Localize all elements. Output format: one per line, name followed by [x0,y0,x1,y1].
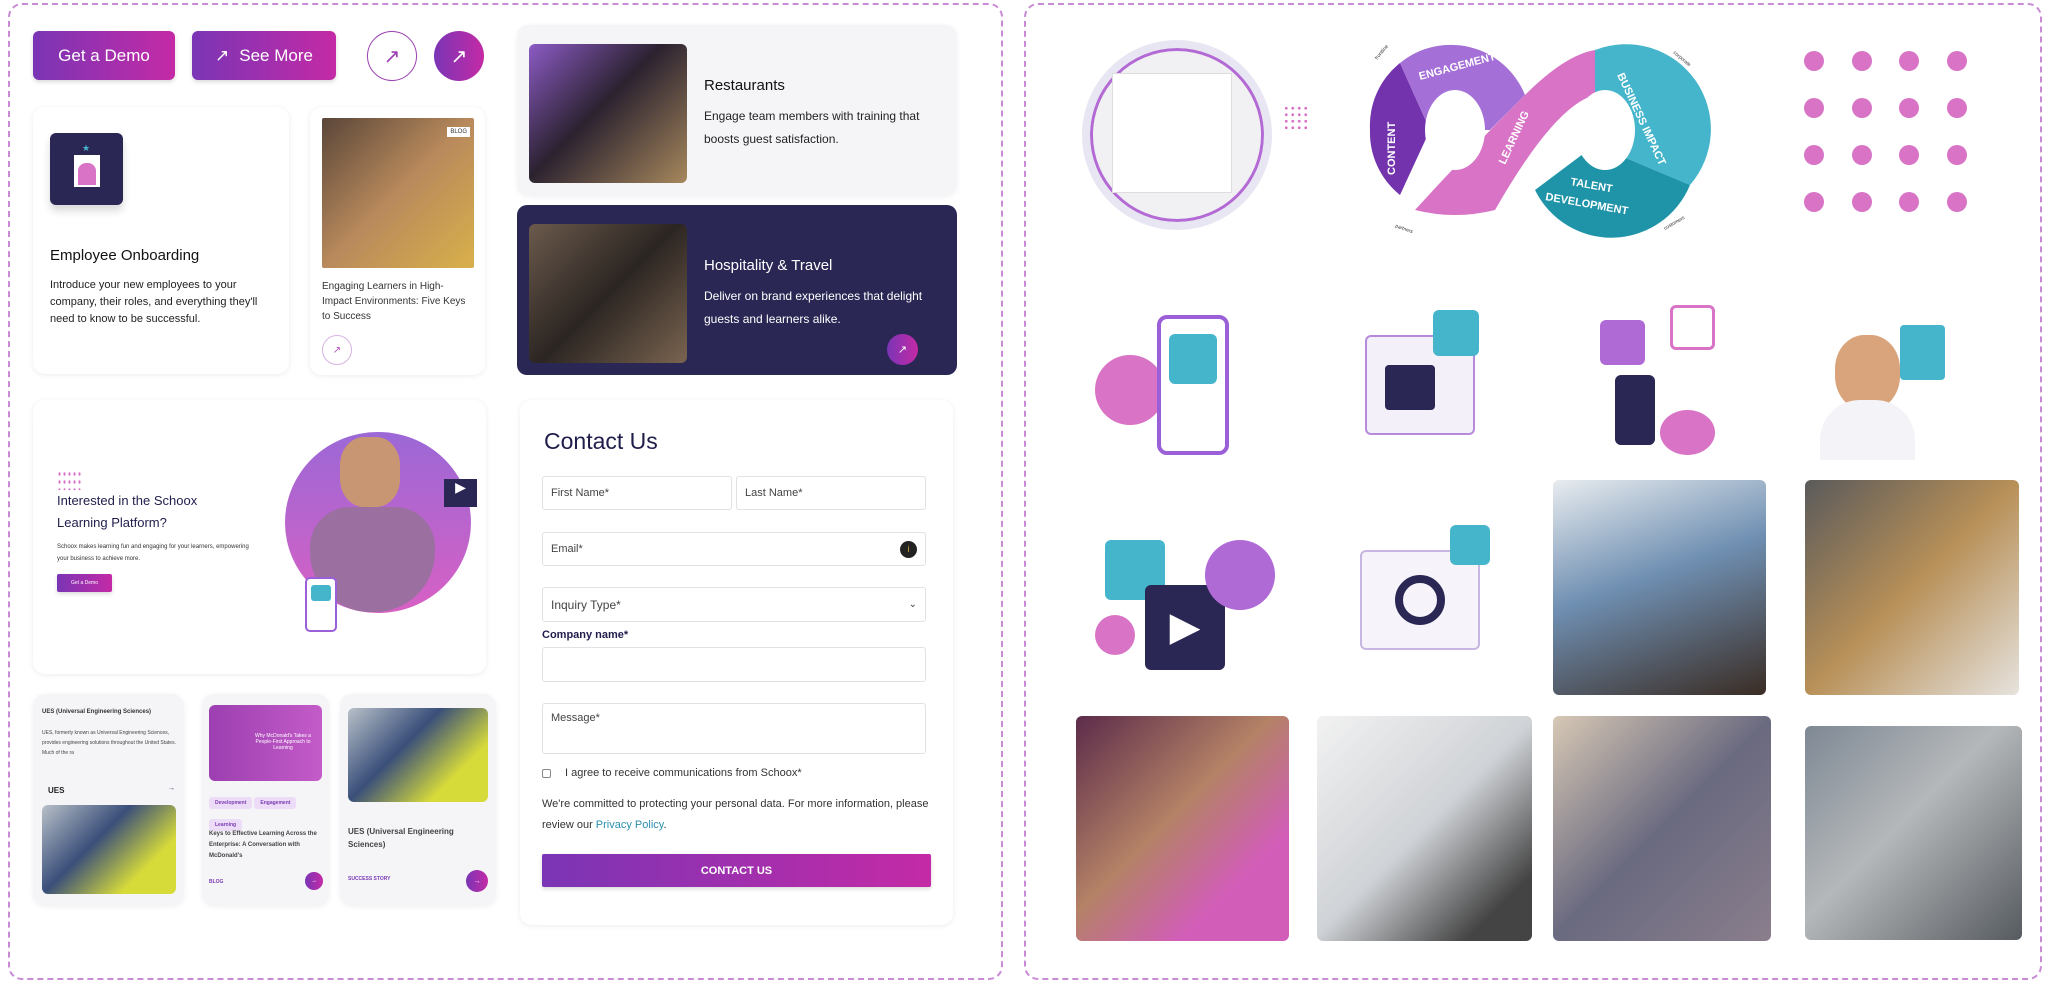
privacy-policy-link[interactable]: Privacy Policy [596,819,664,831]
ues-story-card[interactable]: UES (Universal Engineering Sciences) SUC… [340,694,496,906]
blog-badge: BLOG [447,127,470,137]
dots-decoration [57,470,81,490]
server-tablet-photo [1076,716,1289,941]
promo-desc: Schoox makes learning fun and engaging f… [57,544,249,562]
company-name-input[interactable] [542,647,926,682]
arrow-up-right-icon: ↗ [332,344,342,356]
tag-development[interactable]: Development [209,797,253,809]
privacy-text: We're committed to protecting your perso… [542,798,929,831]
ues-story-arrow-button[interactable]: → [466,870,488,892]
mcdonalds-banner: Why McDonald's Takes a People-First Appr… [209,705,322,781]
arrow-right-icon[interactable]: → [168,785,175,792]
arrow-label-frontline: frontline [1374,44,1390,62]
arrow-outline-button[interactable]: ↗ [367,31,417,81]
dots-decoration [1283,105,1309,131]
blog-title: Engaging Learners in High-Impact Environ… [322,281,466,322]
analytics-magnifier-illustration [1340,520,1510,680]
onboarding-desc: Introduce your new employees to your com… [50,279,258,325]
arrow-up-right-icon: ↗ [450,45,468,68]
first-name-input[interactable]: First Name* [542,476,732,510]
blog-card[interactable]: BLOG Engaging Learners in High-Impact En… [310,107,485,375]
food-prep-photo [1805,480,2019,695]
onboarding-card[interactable]: ★ Employee Onboarding Introduce your new… [33,107,289,374]
company-name-label: Company name* [542,629,629,641]
arrow-up-right-icon: ↗ [215,45,230,65]
hospitality-title: Hospitality & Travel [704,257,833,274]
restaurants-photo [529,44,687,183]
onboarding-title: Employee Onboarding [50,247,200,264]
promo-title: Interested in the Schoox Learning Platfo… [57,493,198,530]
see-more-button[interactable]: ↗ See More [192,31,336,80]
ues-card-title: UES (Universal Engineering Sciences) [42,709,152,715]
office-handshake-photo [1553,716,1771,941]
warehouse-worker-photo [1805,726,2022,940]
restaurants-title: Restaurants [704,77,785,94]
mcdonalds-type: BLOG [209,879,224,885]
mcdonalds-card[interactable]: Why McDonald's Takes a People-First Appr… [202,694,329,906]
arrow-right-icon: → [311,878,317,884]
ues-story-photo [348,708,488,802]
learning-infinity-diagram: ENGAGEMENT CONTENT LEARNING BUSINESS IMP… [1369,44,1711,238]
ues-card[interactable]: UES (Universal Engineering Sciences) UES… [33,694,184,906]
avatar-certificate-illustration [1815,300,1955,460]
quiz-video-illustration [1355,310,1505,450]
arrow-right-icon: → [473,877,481,885]
phone-hand-illustration [1095,300,1285,460]
platform-screenshot-circle [1082,40,1272,230]
arrow-filled-button[interactable]: ↗ [434,31,484,81]
mcdonalds-banner-title: Why McDonald's Takes a People-First Appr… [255,733,311,751]
email-input[interactable]: Email* i [542,532,926,566]
ues-logo: UES [48,786,65,795]
ues-photo [42,805,176,894]
hospitality-card[interactable]: Hospitality & Travel Deliver on brand ex… [517,205,957,375]
arrow-up-right-icon: ↗ [383,45,401,68]
restaurants-desc: Engage team members with training that b… [704,109,920,146]
contact-us-submit-button[interactable]: CONTACT US [542,854,931,887]
blog-photo: BLOG [322,118,474,268]
hospitality-photo [529,224,687,363]
arrow-up-right-icon: ↗ [897,344,908,356]
agree-checkbox[interactable] [542,769,551,778]
tag-engagement[interactable]: Engagement [254,797,297,809]
ues-card-desc: UES, formerly known as Universal Enginee… [42,730,176,756]
message-textarea[interactable]: Message* [542,703,926,754]
ues-story-title: UES (Universal Engineering Sciences) [348,827,454,849]
social-media-illustration: ▶ [1085,500,1285,675]
hospitality-desc: Deliver on brand experiences that deligh… [704,289,923,326]
presentation-photo [1317,716,1532,941]
mcdonalds-title: Keys to Effective Learning Across the En… [209,831,317,859]
hospitality-arrow-button[interactable]: ↗ [887,334,918,365]
cruise-couple-photo [1553,480,1766,695]
ues-story-type: SUCCESS STORY [348,876,391,882]
get-demo-button[interactable]: Get a Demo [33,31,175,80]
promo-card: Interested in the Schoox Learning Platfo… [33,400,486,674]
contact-form-card: Contact Us First Name* Last Name* Email*… [520,400,953,925]
agree-label: I agree to receive communications from S… [565,767,802,779]
last-name-input[interactable]: Last Name* [736,476,926,510]
mcdonalds-arrow-button[interactable]: → [305,872,323,890]
onboarding-icon: ★ [50,133,123,205]
chevron-down-icon: ⌄ [908,599,917,610]
inquiry-type-select[interactable]: Inquiry Type* ⌄ [542,587,926,622]
play-icon: ▶ [444,479,477,507]
phone-illustration [305,577,337,632]
label-content: CONTENT [1386,122,1398,175]
blog-arrow-button[interactable]: ↗ [322,335,352,365]
password-manager-icon[interactable]: i [900,540,917,558]
phone-chat-illustration [1540,305,1735,455]
contact-title: Contact Us [544,428,658,454]
restaurants-card[interactable]: Restaurants Engage team members with tra… [517,25,957,196]
arrow-label-partners: partners [1394,223,1414,235]
promo-get-demo-button[interactable]: Get a Demo [57,574,112,592]
